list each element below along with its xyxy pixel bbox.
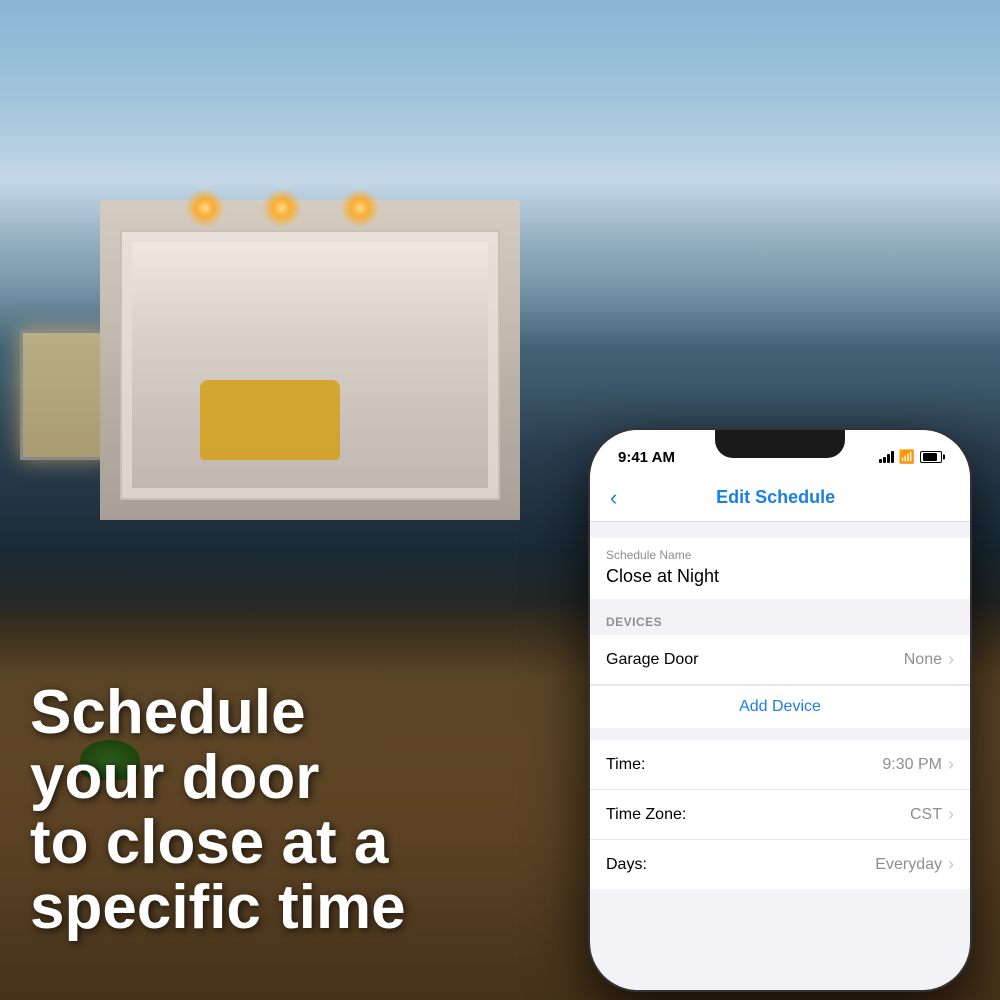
section-gap-1 bbox=[590, 522, 970, 538]
days-chevron-icon: › bbox=[948, 854, 954, 875]
back-button[interactable]: ‹ bbox=[610, 485, 617, 511]
wifi-icon: 📶 bbox=[899, 449, 915, 465]
hero-line4: specific time bbox=[30, 873, 406, 942]
time-value-group: 9:30 PM › bbox=[882, 754, 954, 775]
schedule-name-field[interactable]: Schedule Name Close at Night bbox=[590, 538, 970, 599]
battery-tip bbox=[943, 455, 945, 460]
app-content: Schedule Name Close at Night DEVICES Gar… bbox=[590, 522, 970, 889]
garage-door-value-group: None › bbox=[904, 649, 954, 670]
hero-line2: your door bbox=[30, 743, 319, 812]
garage-door-value: None bbox=[904, 651, 942, 669]
signal-bar-3 bbox=[887, 454, 890, 463]
schedule-name-value: Close at Night bbox=[606, 566, 954, 587]
timezone-row[interactable]: Time Zone: CST › bbox=[590, 790, 970, 840]
schedule-name-label: Schedule Name bbox=[606, 548, 954, 562]
divider-1 bbox=[590, 728, 970, 740]
chevron-icon: › bbox=[948, 649, 954, 670]
nav-bar: ‹ Edit Schedule bbox=[590, 474, 970, 522]
garage-light-right bbox=[340, 188, 380, 228]
days-label: Days: bbox=[606, 856, 647, 874]
timezone-value: CST bbox=[910, 806, 942, 824]
timezone-label: Time Zone: bbox=[606, 806, 686, 824]
garage-light-center bbox=[262, 188, 302, 228]
phone-wrapper: 9:41 AM 📶 bbox=[590, 430, 970, 990]
time-label: Time: bbox=[606, 756, 645, 774]
battery-icon bbox=[920, 451, 942, 463]
phone-screen: 9:41 AM 📶 bbox=[590, 430, 970, 990]
page-title: Edit Schedule bbox=[625, 487, 926, 508]
phone-notch bbox=[715, 430, 845, 458]
battery-fill bbox=[923, 453, 937, 461]
hero-line1: Schedule bbox=[30, 678, 306, 747]
status-icons: 📶 bbox=[879, 449, 942, 465]
garage-door-label: Garage Door bbox=[606, 651, 699, 669]
signal-bar-2 bbox=[883, 457, 886, 463]
devices-section: Garage Door None › Add Device bbox=[590, 635, 970, 728]
vehicle bbox=[200, 380, 340, 460]
days-row[interactable]: Days: Everyday › bbox=[590, 840, 970, 889]
time-chevron-icon: › bbox=[948, 754, 954, 775]
phone-body: 9:41 AM 📶 bbox=[590, 430, 970, 990]
schedule-name-section: Schedule Name Close at Night bbox=[590, 538, 970, 599]
days-value-group: Everyday › bbox=[875, 854, 954, 875]
hero-line3: to close at a bbox=[30, 808, 388, 877]
settings-section: Time: 9:30 PM › Time Zone: CST › bbox=[590, 740, 970, 889]
days-value: Everyday bbox=[875, 856, 942, 874]
status-time: 9:41 AM bbox=[618, 449, 675, 466]
timezone-chevron-icon: › bbox=[948, 804, 954, 825]
garage-area bbox=[100, 200, 520, 520]
time-value: 9:30 PM bbox=[882, 756, 942, 774]
signal-bars-icon bbox=[879, 451, 894, 463]
house-window bbox=[20, 330, 110, 460]
signal-bar-4 bbox=[891, 451, 894, 463]
garage-light-left bbox=[185, 188, 225, 228]
time-row[interactable]: Time: 9:30 PM › bbox=[590, 740, 970, 790]
add-device-button[interactable]: Add Device bbox=[590, 685, 970, 728]
signal-bar-1 bbox=[879, 459, 882, 463]
timezone-value-group: CST › bbox=[910, 804, 954, 825]
garage-door-row[interactable]: Garage Door None › bbox=[590, 635, 970, 685]
hero-text: Schedule your door to close at a specifi… bbox=[30, 680, 406, 940]
devices-section-header: DEVICES bbox=[590, 599, 970, 635]
